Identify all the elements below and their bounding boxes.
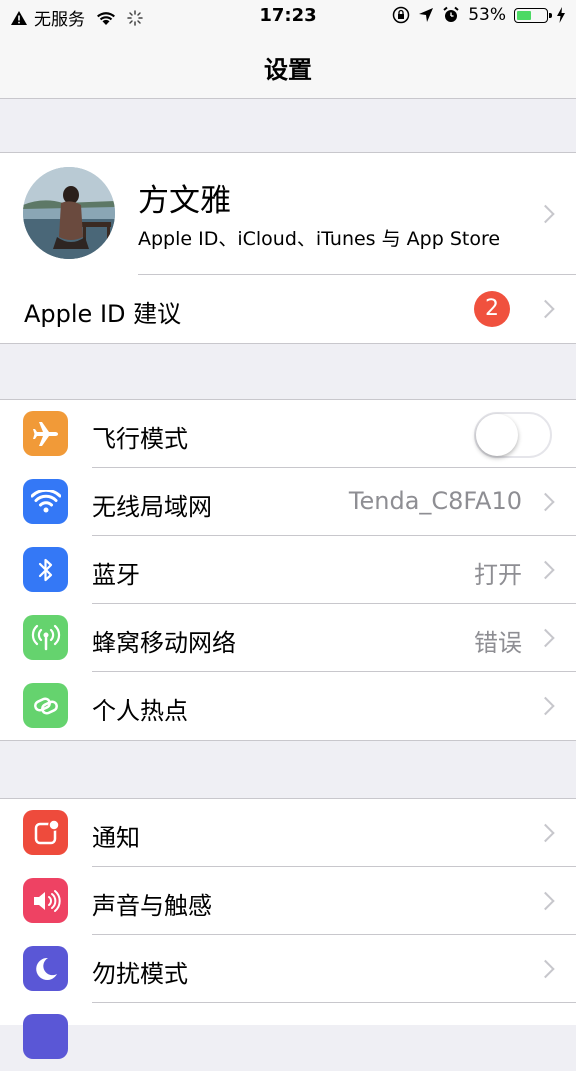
row-label: 通知 (92, 824, 140, 852)
apple-id-profile-row[interactable]: 方文雅 Apple ID、iCloud、iTunes 与 App Store (0, 153, 576, 275)
screen-time-icon (23, 1014, 68, 1059)
bluetooth-icon (23, 547, 68, 592)
settings-row-do-not-disturb[interactable]: 勿扰模式 (0, 935, 576, 1003)
profile-subtitle: Apple ID、iCloud、iTunes 与 App Store (138, 228, 501, 250)
cellular-icon (23, 615, 68, 660)
battery-level (517, 10, 532, 20)
notifications-icon (23, 810, 68, 855)
charging-icon (557, 7, 565, 23)
wifi-icon (23, 479, 68, 524)
page-title: 设置 (264, 56, 312, 84)
row-value: Tenda_C8FA10 (348, 487, 522, 515)
battery-percent: 53% (468, 5, 506, 25)
chevron-right-icon (536, 823, 555, 843)
settings-row-sounds[interactable]: 声音与触感 (0, 867, 576, 935)
avatar (23, 167, 115, 259)
orientation-lock-icon (392, 6, 410, 24)
chevron-right-icon (536, 959, 555, 979)
apple-id-suggestions-row[interactable]: Apple ID 建议 2 (0, 275, 576, 343)
settings-row-hotspot[interactable]: 个人热点 (0, 672, 576, 740)
alarm-icon (443, 6, 459, 22)
account-group: 方文雅 Apple ID、iCloud、iTunes 与 App Store A… (0, 152, 576, 344)
chevron-right-icon (536, 560, 555, 580)
chevron-right-icon (536, 204, 555, 224)
sound-icon (23, 878, 68, 923)
settings-row-partial[interactable] (0, 1003, 576, 1071)
row-label: 飞行模式 (92, 425, 188, 453)
chevron-right-icon (536, 299, 555, 319)
hotspot-icon (23, 683, 68, 728)
chevron-right-icon (536, 696, 555, 716)
apple-id-suggestions-label: Apple ID 建议 (24, 300, 182, 328)
row-value: 打开 (474, 561, 522, 589)
profile-name: 方文雅 (138, 183, 231, 219)
row-label: 声音与触感 (92, 892, 212, 920)
chevron-right-icon (536, 628, 555, 648)
row-label: 无线局域网 (92, 493, 212, 521)
airplane-mode-toggle[interactable] (474, 412, 552, 458)
notification-badge: 2 (474, 291, 510, 327)
row-label: 个人热点 (92, 697, 188, 725)
chevron-right-icon (536, 891, 555, 911)
chevron-right-icon (536, 492, 555, 512)
row-label: 蜂窝移动网络 (92, 629, 236, 657)
navigation-bar: 设置 (0, 34, 576, 99)
airplane-icon (23, 411, 68, 456)
battery-icon (514, 7, 552, 23)
connectivity-group: 飞行模式 无线局域网 Tenda_C8FA10 蓝牙 打开 蜂窝移动网络 错误 … (0, 399, 576, 741)
row-label: 勿扰模式 (92, 960, 188, 988)
settings-row-bluetooth[interactable]: 蓝牙 打开 (0, 536, 576, 604)
row-label: 蓝牙 (92, 561, 140, 589)
location-icon (419, 8, 434, 22)
settings-row-airplane-mode: 飞行模式 (0, 400, 576, 468)
settings-row-wifi[interactable]: 无线局域网 Tenda_C8FA10 (0, 468, 576, 536)
status-bar: 无服务 17:23 53% (0, 0, 576, 34)
row-value: 错误 (474, 629, 522, 657)
notifications-group: 通知 声音与触感 勿扰模式 (0, 798, 576, 1059)
settings-row-cellular[interactable]: 蜂窝移动网络 错误 (0, 604, 576, 672)
settings-row-notifications[interactable]: 通知 (0, 799, 576, 867)
moon-icon (23, 946, 68, 991)
